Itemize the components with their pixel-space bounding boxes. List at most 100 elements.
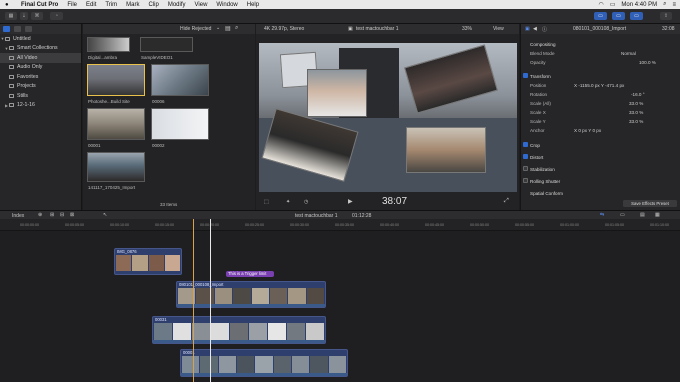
enhance-icon[interactable]: ✦ — [286, 199, 290, 205]
clip-thumbnail[interactable] — [151, 108, 209, 140]
zoom-slider-icon[interactable]: ▭ — [620, 212, 625, 218]
menu-modify[interactable]: Modify — [168, 2, 186, 8]
position-field[interactable]: X -1155.0 px Y -471.4 px — [574, 83, 624, 88]
battery-icon[interactable]: ▭ — [610, 1, 616, 8]
menu-help[interactable]: Help — [247, 2, 259, 8]
sidebar-item-projects[interactable]: Projects — [0, 82, 81, 92]
clip-thumbnail[interactable] — [140, 37, 193, 52]
insert-clip-icon[interactable]: ⊞ — [50, 212, 54, 218]
save-effects-preset-button[interactable]: Save Effects Preset — [623, 200, 677, 207]
scale-x-field[interactable]: 33.0 % — [629, 110, 643, 115]
sidebar-item-favorites[interactable]: Favorites — [0, 72, 81, 82]
sidebar-item-all-video[interactable]: All Video — [0, 53, 81, 63]
clip-thumbnail[interactable] — [151, 64, 209, 96]
timeline-clip[interactable]: 00031 — [152, 316, 326, 344]
photos-tab-icon[interactable] — [14, 26, 21, 32]
menu-clock[interactable]: Mon 4:40 PM — [621, 2, 657, 8]
row-blend-mode[interactable]: Blend Mode Normal — [521, 49, 680, 58]
timecode-display[interactable]: 38:07 — [382, 196, 407, 207]
crop-checkbox[interactable] — [523, 142, 528, 148]
titles-tab-icon[interactable] — [25, 26, 32, 32]
playhead[interactable] — [210, 219, 211, 382]
clip-appearance-icon[interactable]: ▤ — [225, 25, 231, 32]
menu-app-name[interactable]: Final Cut Pro — [21, 2, 58, 8]
menu-trim[interactable]: Trim — [105, 2, 117, 8]
connect-clip-icon[interactable]: ⊕ — [38, 212, 42, 218]
timeline-clip[interactable]: 00001 — [180, 349, 348, 377]
search-icon[interactable]: ⌕ — [235, 25, 238, 32]
video-inspector-icon[interactable]: ▣ — [525, 26, 530, 32]
keyword-icon[interactable]: ⌘ — [31, 12, 43, 20]
view-popup[interactable]: View — [493, 26, 504, 32]
clip-thumbnail[interactable] — [87, 152, 145, 182]
sidebar-item-untitled[interactable]: ▼ Untitled — [0, 34, 81, 44]
menu-view[interactable]: View — [195, 2, 208, 8]
viewer-canvas[interactable] — [259, 43, 517, 192]
sidebar-item-event[interactable]: ▶ 12-1-16 — [0, 101, 81, 111]
list-icon[interactable]: ≡ — [672, 2, 676, 8]
skimmer-line[interactable] — [193, 219, 194, 382]
rolling-shutter-checkbox[interactable] — [523, 178, 528, 184]
filter-popup[interactable]: Hide Rejected — [180, 26, 211, 32]
distort-checkbox[interactable] — [523, 154, 528, 160]
timeline-ruler[interactable]: 00:00:00:00 00:00:05:00 00:00:10:00 00:00:1… — [0, 219, 680, 231]
select-tool-icon[interactable]: ↖ — [103, 212, 107, 218]
clip-thumbnail[interactable] — [87, 37, 130, 52]
fullscreen-icon[interactable]: ⤢ — [504, 198, 509, 205]
clip-thumbnail[interactable] — [87, 108, 145, 140]
timeline-index-button[interactable]: Index — [12, 213, 24, 219]
timeline-clip[interactable]: IMG_0876 — [114, 248, 182, 275]
apple-icon[interactable]: ● — [5, 2, 13, 8]
menu-mark[interactable]: Mark — [126, 2, 139, 8]
libraries-tab-icon[interactable] — [3, 26, 10, 32]
section-compositing[interactable]: Compositing — [521, 40, 680, 49]
row-anchor[interactable]: Anchor X 0 px Y 0 px — [521, 126, 680, 135]
sidebar-item-smart-collections[interactable]: ▼ Smart Collections — [0, 44, 81, 54]
play-icon[interactable]: ▶ — [348, 198, 353, 205]
overwrite-clip-icon[interactable]: ⊠ — [70, 212, 74, 218]
stabilization-checkbox[interactable] — [523, 166, 528, 172]
anchor-field[interactable]: X 0 px Y 0 px — [574, 128, 601, 133]
pip-clip-5[interactable] — [406, 127, 486, 173]
row-scale-y[interactable]: Scale Y 33.0 % — [521, 117, 680, 126]
info-inspector-icon[interactable]: ⓘ — [542, 26, 547, 33]
section-stabilization[interactable]: Stabilization — [521, 165, 680, 174]
append-clip-icon[interactable]: ⊟ — [60, 212, 64, 218]
zoom-popup[interactable]: 33% — [462, 26, 472, 32]
library-icon[interactable]: ▦ — [5, 12, 17, 20]
chevron-down-icon[interactable]: ⌄ — [216, 25, 220, 31]
layout-timeline-icon[interactable]: ▭ — [612, 12, 625, 20]
row-scale-all[interactable]: Scale (All) 33.0 % — [521, 99, 680, 108]
layout-inspector-icon[interactable]: ▭ — [630, 12, 643, 20]
timeline-clip[interactable]: 080101_000108_Import — [176, 281, 326, 308]
search-icon[interactable]: ⌕ — [663, 1, 666, 8]
blend-mode-popup[interactable]: Normal — [621, 51, 636, 56]
opacity-field[interactable]: 100.0 % — [639, 60, 656, 65]
layout-browser-icon[interactable]: ▭ — [594, 12, 607, 20]
clip-appearance-icon[interactable]: ▤ — [640, 212, 645, 218]
pip-clip-2[interactable] — [307, 69, 367, 117]
skimming-icon[interactable]: ⇆ — [600, 212, 604, 218]
clip-thumbnail[interactable] — [87, 64, 145, 96]
timeline[interactable]: IMG_0876 This is a Trigger limit 080101_… — [0, 219, 680, 382]
effects-browser-icon[interactable]: ▦ — [655, 212, 660, 218]
section-transform[interactable]: Transform — [521, 72, 680, 81]
audio-inspector-icon[interactable]: ◀ — [533, 26, 537, 32]
scale-y-field[interactable]: 33.0 % — [629, 119, 643, 124]
row-opacity[interactable]: Opacity 100.0 % — [521, 58, 680, 67]
title-clip[interactable]: This is a Trigger limit — [226, 271, 274, 277]
section-spatial-conform[interactable]: Spatial Conform — [521, 189, 680, 198]
scale-all-field[interactable]: 33.0 % — [629, 101, 643, 106]
row-scale-x[interactable]: Scale X 33.0 % — [521, 108, 680, 117]
menu-file[interactable]: File — [67, 2, 77, 8]
section-rolling-shutter[interactable]: Rolling Shutter — [521, 177, 680, 186]
wifi-icon[interactable]: ◠ — [599, 1, 604, 8]
menu-edit[interactable]: Edit — [86, 2, 96, 8]
speed-icon[interactable]: ◷ — [304, 199, 308, 205]
section-crop[interactable]: Crop — [521, 141, 680, 150]
menu-clip[interactable]: Clip — [148, 2, 158, 8]
transform-checkbox[interactable] — [523, 73, 528, 79]
menu-window[interactable]: Window — [216, 2, 237, 8]
row-rotation[interactable]: Rotation -16.0 ° — [521, 90, 680, 99]
rotation-field[interactable]: -16.0 ° — [631, 92, 645, 97]
